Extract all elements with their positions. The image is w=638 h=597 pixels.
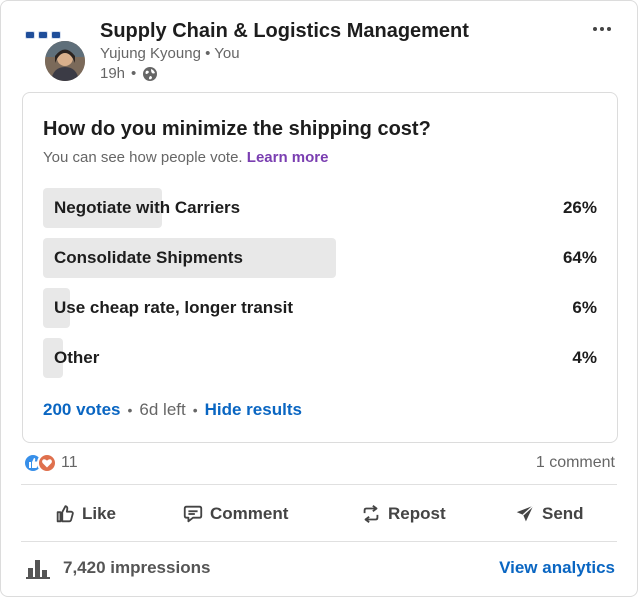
poll-footer: 200 votes • 6d left • Hide results: [43, 400, 302, 420]
separator: •: [131, 65, 137, 82]
repost-icon: [363, 505, 379, 523]
poll-option-percent: 64%: [562, 248, 597, 267]
poll-option-label: Negotiate with Carriers: [54, 198, 241, 217]
like-label: Like: [82, 504, 117, 523]
view-analytics-link[interactable]: View analytics: [499, 558, 615, 578]
divider: [21, 484, 617, 485]
love-icon: [37, 453, 57, 473]
author-line: Yujung Kyoung • You: [100, 45, 240, 62]
divider: [21, 541, 617, 542]
author-relation: You: [214, 45, 240, 62]
poll-option-percent: 26%: [562, 198, 597, 217]
poll: How do you minimize the shipping cost? Y…: [22, 92, 618, 443]
learn-more-link[interactable]: Learn more: [247, 149, 329, 166]
repost-label: Repost: [388, 504, 446, 523]
bar-chart-icon: [26, 560, 50, 579]
poll-option: Negotiate with Carriers 26%: [43, 188, 597, 228]
impressions-summary[interactable]: 7,420 impressions: [25, 556, 210, 580]
thumbs-up-icon: [56, 505, 74, 523]
poll-option-percent: 4%: [572, 348, 597, 367]
poll-option-label: Other: [54, 348, 100, 367]
poll-option-label: Use cheap rate, longer transit: [54, 298, 294, 317]
dot-icon: [607, 27, 611, 31]
separator: •: [192, 402, 198, 418]
post-age: 19h: [100, 65, 126, 82]
send-label: Send: [542, 504, 584, 523]
post-meta: 19h •: [100, 65, 158, 82]
separator: •: [205, 45, 211, 62]
comment-label: Comment: [210, 504, 289, 523]
post-card: Supply Chain & Logistics Management Yuju…: [0, 0, 638, 597]
poll-option: Consolidate Shipments 64%: [43, 238, 597, 278]
poll-option-label: Consolidate Shipments: [54, 248, 243, 267]
time-left: 6d left: [139, 400, 186, 419]
group-logo-icon: [25, 31, 61, 41]
poll-note-text: You can see how people vote.: [43, 149, 243, 166]
author-name[interactable]: Yujung Kyoung: [100, 45, 201, 62]
poll-question: How do you minimize the shipping cost?: [43, 118, 431, 140]
dot-icon: [593, 27, 597, 31]
poll-option: Other 4%: [43, 338, 597, 378]
more-options-button[interactable]: [589, 19, 615, 39]
comments-count-link[interactable]: 1 comment: [536, 454, 615, 472]
reactions-summary[interactable]: 11: [23, 453, 78, 473]
globe-icon: [142, 66, 158, 82]
like-button[interactable]: Like: [54, 502, 116, 526]
comment-button[interactable]: Comment: [182, 502, 288, 526]
repost-button[interactable]: Repost: [360, 502, 446, 526]
author-avatar[interactable]: [45, 41, 85, 81]
separator: •: [127, 402, 133, 418]
send-icon: [516, 505, 534, 522]
poll-note: You can see how people vote. Learn more: [43, 149, 328, 166]
poll-option: Use cheap rate, longer transit 6%: [43, 288, 597, 328]
votes-link[interactable]: 200 votes: [43, 400, 121, 420]
hide-results-link[interactable]: Hide results: [205, 400, 302, 420]
dot-icon: [600, 27, 604, 31]
reaction-count: 11: [61, 454, 78, 471]
group-title[interactable]: Supply Chain & Logistics Management: [100, 20, 469, 43]
send-button[interactable]: Send: [514, 502, 584, 526]
comment-icon: [183, 505, 203, 523]
group-avatar[interactable]: [25, 31, 85, 85]
impressions-count: 7,420 impressions: [63, 558, 211, 577]
poll-option-percent: 6%: [572, 298, 597, 317]
